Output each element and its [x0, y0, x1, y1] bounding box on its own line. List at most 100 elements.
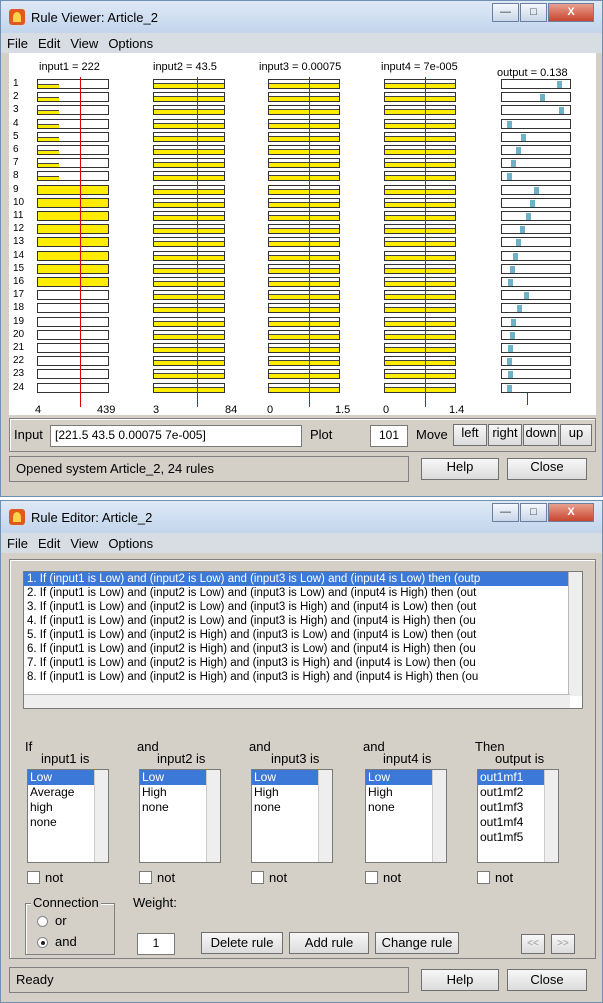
- rule-plot-area[interactable]: input1 = 222 input2 = 43.5 input3 = 0.00…: [9, 53, 596, 416]
- change-rule-button[interactable]: Change rule: [375, 932, 459, 954]
- menu-file[interactable]: File: [7, 36, 28, 51]
- move-right-button[interactable]: right: [488, 424, 522, 446]
- rule-list-hscroll[interactable]: [24, 694, 570, 708]
- mf-fill: [269, 386, 339, 392]
- input2-mf-list[interactable]: Low High none: [139, 769, 221, 863]
- listbox-scrollbar[interactable]: [432, 770, 446, 862]
- viewer-close-button[interactable]: Close: [507, 458, 587, 480]
- editor-titlebar: Rule Editor: Article_2 — □ X: [1, 501, 602, 533]
- input-vector-field[interactable]: [221.5 43.5 0.00075 7e-005]: [50, 425, 302, 447]
- input-value-line[interactable]: [197, 77, 198, 407]
- output-mf-list[interactable]: out1mf1 out1mf2 out1mf3 out1mf4 out1mf5: [477, 769, 559, 863]
- input-mf-plot: [37, 237, 109, 248]
- not-checkbox-input1[interactable]: [27, 871, 40, 884]
- mf-fill: [38, 264, 108, 273]
- input4-mf-list[interactable]: Low High none: [365, 769, 447, 863]
- listbox-scrollbar[interactable]: [94, 770, 108, 862]
- plot-points-field[interactable]: 101: [370, 425, 408, 447]
- menu-edit[interactable]: Edit: [38, 36, 60, 51]
- input-mf-plot: [384, 382, 456, 393]
- move-label: Move: [416, 427, 448, 442]
- menu-view[interactable]: View: [70, 536, 98, 551]
- input-value-line[interactable]: [425, 77, 426, 407]
- input-mf-plot: [153, 303, 225, 314]
- matlab-icon: [9, 509, 25, 525]
- not-checkbox-input3[interactable]: [251, 871, 264, 884]
- maximize-button[interactable]: □: [520, 503, 547, 522]
- prev-rule-button[interactable]: <<: [521, 934, 545, 954]
- editor-help-button[interactable]: Help: [421, 969, 499, 991]
- move-down-button[interactable]: down: [523, 424, 559, 446]
- output-mf-plot: [501, 356, 571, 367]
- mf-fill: [38, 84, 59, 88]
- output-mf-mark: [508, 345, 514, 352]
- mf-fill: [38, 278, 108, 286]
- rule-item[interactable]: 3. If (input1 is Low) and (input2 is Low…: [24, 600, 582, 614]
- rule-item[interactable]: 2. If (input1 is Low) and (input2 is Low…: [24, 586, 582, 600]
- rule-item[interactable]: 8. If (input1 is Low) and (input2 is Hig…: [24, 670, 582, 684]
- input-mf-plot: [153, 131, 225, 142]
- input-mf-plot: [37, 290, 109, 301]
- viewer-help-button[interactable]: Help: [421, 458, 499, 480]
- add-rule-button[interactable]: Add rule: [289, 932, 369, 954]
- move-left-button[interactable]: left: [453, 424, 487, 446]
- menu-options[interactable]: Options: [108, 36, 153, 51]
- menu-edit[interactable]: Edit: [38, 536, 60, 551]
- input-label: Input: [14, 427, 43, 442]
- rule-item[interactable]: 5. If (input1 is Low) and (input2 is Hig…: [24, 628, 582, 642]
- listbox-scrollbar[interactable]: [206, 770, 220, 862]
- close-window-button[interactable]: X: [548, 3, 594, 22]
- input-mf-plot: [153, 211, 225, 221]
- editor-close-button[interactable]: Close: [507, 969, 587, 991]
- mf-fill: [269, 109, 339, 115]
- input-value-line[interactable]: [309, 77, 310, 407]
- rule-item[interactable]: 7. If (input1 is Low) and (input2 is Hig…: [24, 656, 582, 670]
- menu-view[interactable]: View: [70, 36, 98, 51]
- input-value-line[interactable]: [80, 77, 81, 407]
- mf-fill: [385, 188, 455, 194]
- delete-rule-button[interactable]: Delete rule: [201, 932, 283, 954]
- input-value-line[interactable]: [527, 393, 528, 405]
- listbox-scrollbar[interactable]: [544, 770, 558, 862]
- mf-fill: [385, 373, 455, 379]
- input-mf-plot: [37, 316, 109, 327]
- input-mf-plot: [37, 118, 109, 129]
- rule-item[interactable]: 4. If (input1 is Low) and (input2 is Low…: [24, 614, 582, 628]
- mf-fill: [154, 162, 224, 168]
- input3-mf-list[interactable]: Low High none: [251, 769, 333, 863]
- maximize-button[interactable]: □: [520, 3, 547, 22]
- input-mf-plot: [153, 369, 225, 380]
- input1-mf-list[interactable]: Low Average high none: [27, 769, 109, 863]
- menu-options[interactable]: Options: [108, 536, 153, 551]
- mf-fill: [269, 320, 339, 326]
- not-checkbox-input4[interactable]: [365, 871, 378, 884]
- move-up-button[interactable]: up: [560, 424, 592, 446]
- in1-max: 439: [97, 404, 116, 416]
- rule-list[interactable]: 1. If (input1 is Low) and (input2 is Low…: [23, 571, 583, 709]
- mf-fill: [154, 83, 224, 88]
- input-mf-plot: [153, 197, 225, 208]
- output-mf-plot: [501, 171, 571, 182]
- in3-min: 0: [267, 404, 274, 416]
- input-mf-plot: [384, 197, 456, 208]
- mf-fill: [385, 360, 455, 366]
- and-radio[interactable]: [37, 937, 48, 948]
- mf-fill: [38, 136, 59, 141]
- input-mf-plot: [384, 105, 456, 116]
- menu-file[interactable]: File: [7, 536, 28, 551]
- not-checkbox-output[interactable]: [477, 871, 490, 884]
- minimize-button[interactable]: —: [492, 3, 519, 22]
- minimize-button[interactable]: —: [492, 503, 519, 522]
- mf-fill: [385, 175, 455, 181]
- next-rule-button[interactable]: >>: [551, 934, 575, 954]
- listbox-scrollbar[interactable]: [318, 770, 332, 862]
- not-checkbox-input2[interactable]: [139, 871, 152, 884]
- rule-item[interactable]: 6. If (input1 is Low) and (input2 is Hig…: [24, 642, 582, 656]
- or-radio[interactable]: [37, 916, 48, 927]
- rule-item[interactable]: 1. If (input1 is Low) and (input2 is Low…: [24, 572, 582, 586]
- rule-list-vscroll[interactable]: [568, 572, 582, 696]
- input-mf-plot: [384, 250, 456, 261]
- mf-fill: [154, 201, 224, 207]
- close-window-button[interactable]: X: [548, 503, 594, 522]
- weight-field[interactable]: 1: [137, 933, 175, 955]
